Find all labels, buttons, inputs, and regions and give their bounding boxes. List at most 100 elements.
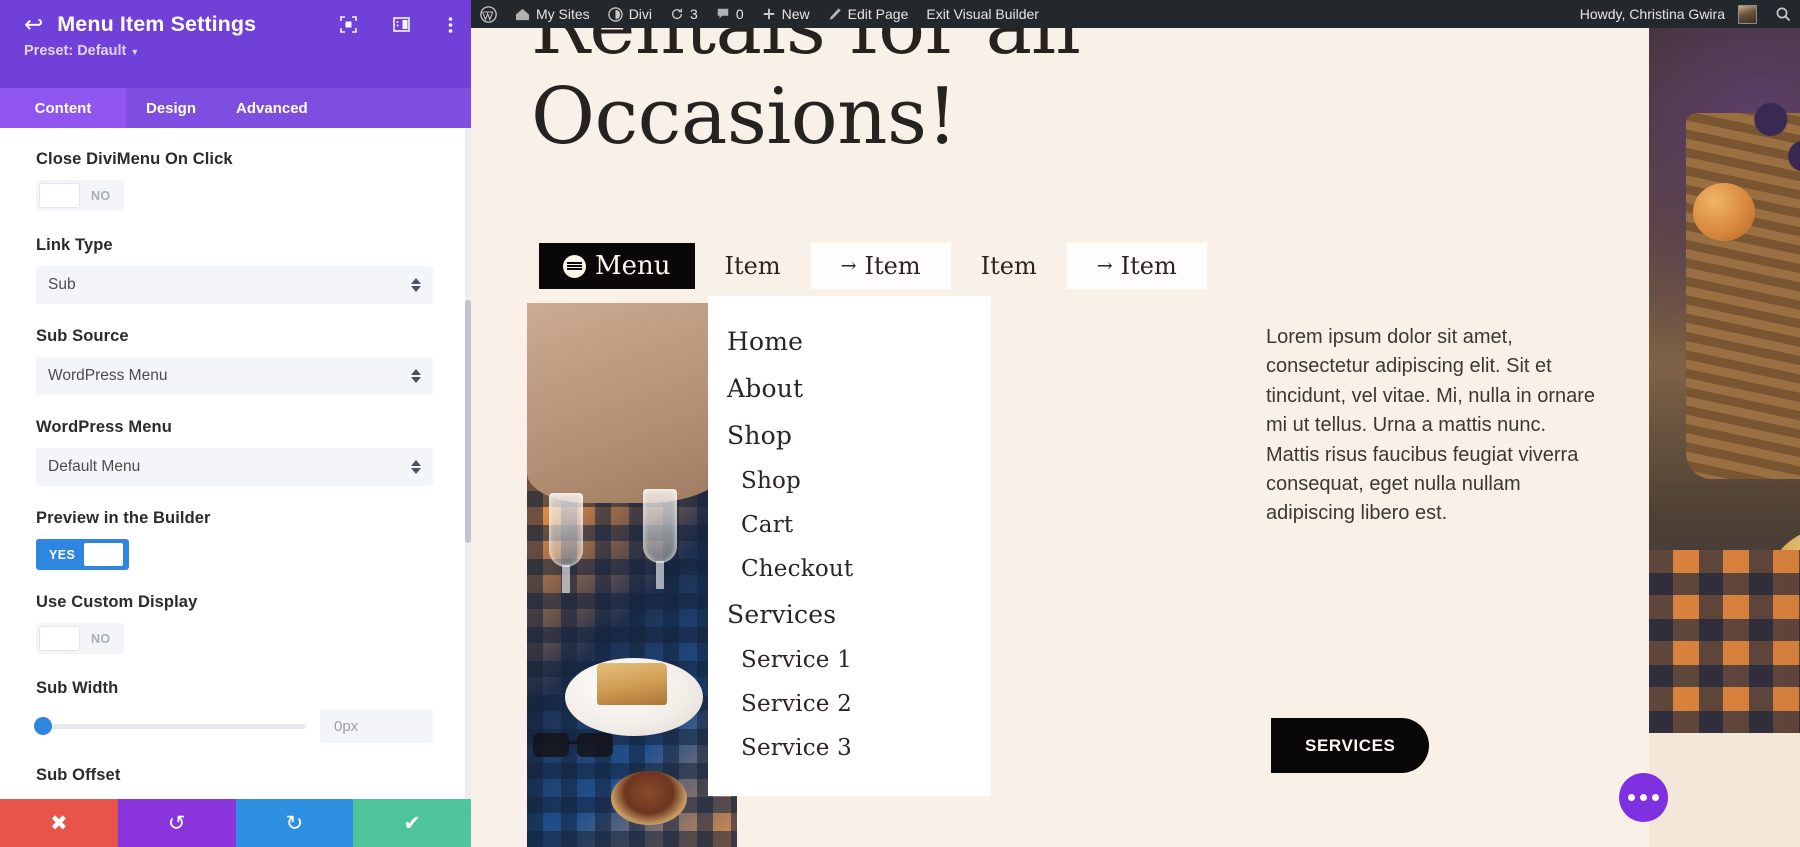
sub-width-slider[interactable] <box>34 717 306 735</box>
close-divimenu-label: Close DiviMenu On Click <box>36 150 233 168</box>
adminbar-divi[interactable]: Divi <box>599 0 661 28</box>
adminbar-edit-page[interactable]: Edit Page <box>819 0 918 28</box>
dropdown-subitem-shop[interactable]: Shop <box>708 459 991 503</box>
dropdown-subitem-service-1[interactable]: Service 1 <box>708 638 991 682</box>
tab-design[interactable]: Design <box>126 88 216 128</box>
dropdown-subitem-cart[interactable]: Cart <box>708 503 991 547</box>
hamburger-circle-icon <box>563 254 586 278</box>
sub-width-label: Sub Width <box>36 679 119 697</box>
dropdown-item-label: Services <box>727 600 837 629</box>
dot-1 <box>1628 794 1635 801</box>
use-custom-display-toggle[interactable]: NO <box>36 623 124 654</box>
menu-item-1[interactable]: Item <box>695 243 811 289</box>
dropdown-item-shop[interactable]: Shop <box>708 412 991 459</box>
dropdown-item-about[interactable]: About <box>708 365 991 412</box>
menu-item-3[interactable]: Item <box>951 243 1067 289</box>
adminbar-edit-page-label: Edit Page <box>847 6 909 22</box>
peach-image <box>1692 183 1755 242</box>
dropdown-item-services[interactable]: Services <box>708 591 991 638</box>
adminbar-exit-label: Exit Visual Builder <box>926 6 1039 22</box>
dropdown-item-label: Cart <box>741 512 794 538</box>
panel-scrollbar-track[interactable] <box>465 128 471 799</box>
field-sub-offset: Sub Offset <box>36 766 433 785</box>
preset-label: Preset: Default <box>24 43 127 59</box>
adminbar-account[interactable]: Howdy, Christina Gwira <box>1571 0 1766 28</box>
spinner-icon <box>411 460 421 474</box>
search-icon <box>1775 6 1791 22</box>
use-custom-display-toggle-value: NO <box>91 631 111 646</box>
more-vertical-icon[interactable] <box>448 16 453 34</box>
page-title: Menu Item Settings <box>57 12 257 36</box>
adminbar-new-label: New <box>781 6 810 22</box>
field-use-custom-display: Use Custom Display NO <box>36 593 433 656</box>
tab-advanced[interactable]: Advanced <box>216 88 328 128</box>
wordpress-menu-value: Default Menu <box>48 458 141 475</box>
tab-content[interactable]: Content <box>0 88 126 128</box>
menu-item-settings-panel: ↩ Menu Item Settings Preset: Default ▼ C… <box>0 0 471 847</box>
pencil-icon <box>828 7 842 21</box>
dropdown-item-label: Shop <box>727 421 793 450</box>
arrow-right-icon: → <box>840 255 857 277</box>
save-button[interactable]: ✔ <box>353 799 471 847</box>
field-close-divimenu-on-click: Close DiviMenu On Click NO <box>36 150 433 213</box>
sunglasses-image <box>533 733 619 759</box>
menu-item-1-label: Item <box>724 252 781 280</box>
page-bottom-strip <box>1649 733 1800 847</box>
adminbar-comments[interactable]: 0 <box>707 0 753 28</box>
wine-glass-icon <box>643 489 677 589</box>
wordpress-menu-select[interactable]: Default Menu <box>36 448 433 486</box>
menu-toggle-button[interactable]: Menu <box>539 243 695 289</box>
services-button[interactable]: SERVICES <box>1271 718 1430 773</box>
menu-item-2[interactable]: → Item <box>810 243 951 289</box>
arrow-right-icon: → <box>1096 255 1113 277</box>
adminbar-exit-visual-builder[interactable]: Exit Visual Builder <box>917 0 1048 28</box>
hero-body-text: Lorem ipsum dolor sit amet, consectetur … <box>1266 326 1596 525</box>
adminbar-new[interactable]: New <box>753 0 819 28</box>
wordpress-admin-bar: My Sites Divi 3 0 New Edit Page Exit Vis… <box>471 0 1800 28</box>
field-wordpress-menu: WordPress Menu Default Menu <box>36 418 433 486</box>
dropdown-item-label: Home <box>727 327 804 356</box>
cancel-button[interactable]: ✖ <box>0 799 118 847</box>
dropdown-subitem-service-3[interactable]: Service 3 <box>708 726 991 770</box>
more-options-button[interactable] <box>1619 773 1668 822</box>
slider-thumb[interactable] <box>34 717 52 735</box>
undo-icon: ↺ <box>167 811 186 835</box>
sub-source-select[interactable]: WordPress Menu <box>36 357 433 395</box>
toggle-knob <box>39 626 80 651</box>
wordpress-logo-icon <box>480 5 497 23</box>
field-sub-source: Sub Source WordPress Menu <box>36 327 433 395</box>
wordpress-menu-label: WordPress Menu <box>36 418 172 436</box>
adminbar-my-sites[interactable]: My Sites <box>506 0 599 28</box>
dropdown-subitem-service-2[interactable]: Service 2 <box>708 682 991 726</box>
dropdown-subitem-checkout[interactable]: Checkout <box>708 547 991 591</box>
divi-icon <box>607 6 623 22</box>
tab-advanced-label: Advanced <box>236 99 308 117</box>
menu-item-4[interactable]: → Item <box>1066 243 1207 289</box>
close-divimenu-toggle[interactable]: NO <box>36 180 124 211</box>
adminbar-wordpress-logo[interactable] <box>471 0 506 28</box>
redo-icon: ↻ <box>285 811 304 835</box>
sub-width-input[interactable]: 0px <box>320 709 433 743</box>
back-arrow-icon[interactable]: ↩ <box>24 13 43 36</box>
focus-target-icon[interactable] <box>340 16 357 33</box>
preset-selector[interactable]: Preset: Default ▼ <box>24 43 453 59</box>
settings-panel-header: ↩ Menu Item Settings Preset: Default ▼ <box>0 0 471 88</box>
preview-builder-toggle[interactable]: YES <box>36 539 129 570</box>
panel-layout-icon[interactable] <box>393 16 410 33</box>
preview-builder-toggle-value: YES <box>49 547 76 562</box>
adminbar-search[interactable] <box>1766 0 1800 28</box>
tablecloth-image <box>1649 549 1800 733</box>
dot-3 <box>1652 794 1659 801</box>
link-type-select[interactable]: Sub <box>36 266 433 304</box>
spinner-icon <box>411 278 421 292</box>
panel-scrollbar-thumb[interactable] <box>465 300 471 543</box>
adminbar-updates[interactable]: 3 <box>661 0 707 28</box>
menu-item-2-label: Item <box>864 252 921 280</box>
close-icon: ✖ <box>50 811 68 835</box>
use-custom-display-label: Use Custom Display <box>36 593 198 611</box>
undo-button[interactable]: ↺ <box>117 799 236 847</box>
dropdown-item-home[interactable]: Home <box>708 318 991 365</box>
spinner-icon <box>411 369 421 383</box>
redo-button[interactable]: ↻ <box>235 799 354 847</box>
divi-menu-module: Menu Item → Item Item → Item <box>539 243 1207 289</box>
